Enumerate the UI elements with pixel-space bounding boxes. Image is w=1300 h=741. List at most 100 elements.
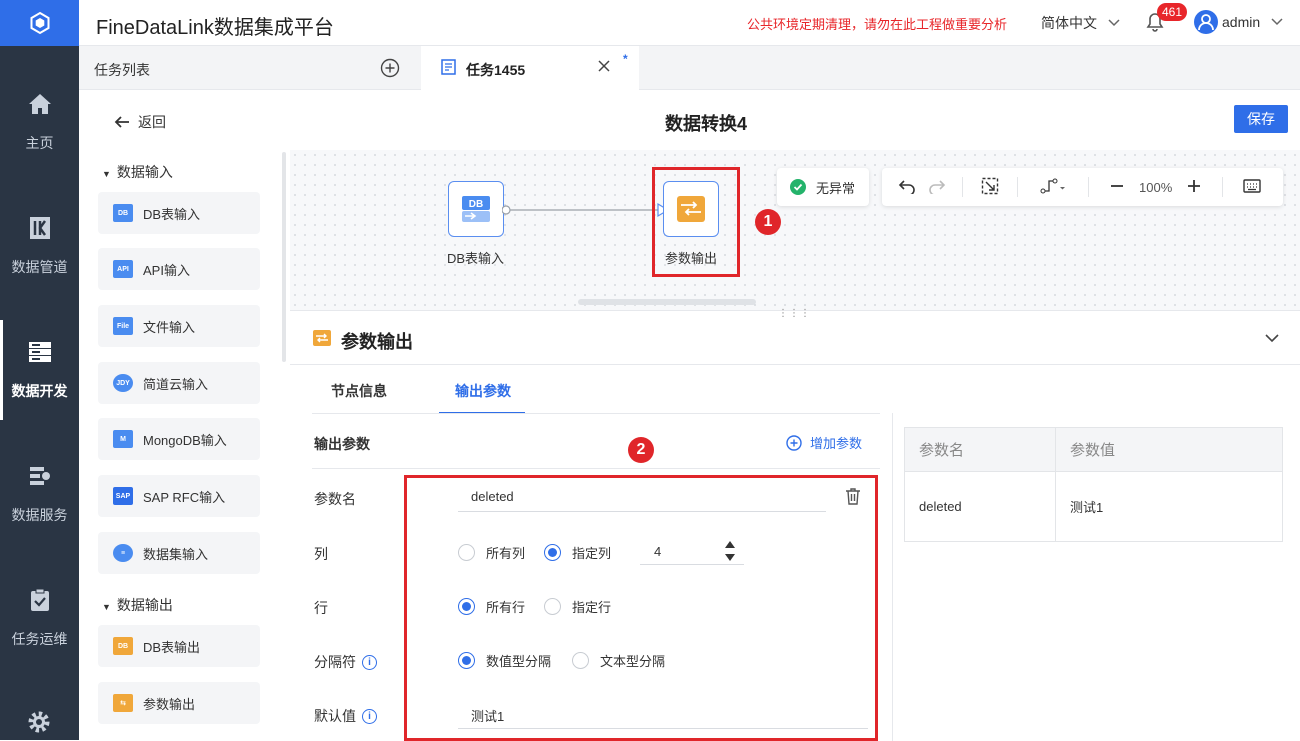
- radio-circle: [572, 652, 589, 669]
- component-label: 文件输入: [143, 319, 196, 335]
- category-label: 数据输入: [116, 164, 173, 180]
- radio-circle: [458, 598, 475, 615]
- stepper-value: 4: [654, 544, 662, 559]
- mongodb-icon: M: [113, 430, 133, 448]
- nav-label: 数据服务: [11, 507, 68, 523]
- radio-label: 指定列: [572, 546, 612, 561]
- component-label: 数据集输入: [143, 546, 209, 562]
- category-data-input[interactable]: ▼ 数据输入: [102, 162, 173, 182]
- radio-specified-columns[interactable]: 指定列: [544, 543, 611, 562]
- nav-label: 数据开发: [11, 383, 68, 399]
- field-label: 行: [314, 600, 328, 616]
- section-label: 输出参数: [314, 436, 370, 452]
- nav-item-dev[interactable]: 数据开发: [0, 320, 79, 420]
- category-label: 数据输出: [116, 597, 173, 613]
- component-label: 简道云输入: [143, 376, 209, 392]
- nav-item-service[interactable]: 数据服务: [0, 444, 79, 544]
- delete-trash-icon[interactable]: [844, 487, 862, 510]
- add-param-button[interactable]: 增加参数: [786, 433, 862, 452]
- check-circle-icon: [790, 179, 806, 195]
- arrow-left-icon: [114, 116, 129, 128]
- table-row: deleted 测试1: [904, 471, 1283, 542]
- component-db-output[interactable]: DB DB表输出: [98, 625, 260, 667]
- divider: [312, 468, 880, 469]
- task-tabs-bar: 任务列表 任务1455 *: [79, 46, 1300, 91]
- nav-item-pipeline[interactable]: 数据管道: [0, 196, 79, 296]
- field-label: 列: [314, 546, 328, 562]
- settings-gear-icon[interactable]: [27, 710, 51, 739]
- undo-icon[interactable]: [898, 178, 916, 197]
- tab-node-info[interactable]: 节点信息: [331, 381, 387, 401]
- radio-all-rows[interactable]: 所有行: [458, 597, 525, 616]
- component-dataset-input[interactable]: ≡ 数据集输入: [98, 532, 260, 574]
- info-icon[interactable]: i: [362, 654, 377, 670]
- redo-icon[interactable]: [928, 178, 946, 197]
- status-indicator: 无异常: [777, 168, 869, 206]
- dataset-icon: ≡: [113, 544, 133, 562]
- radio-numeric-separator[interactable]: 数值型分隔: [458, 651, 551, 670]
- field-label: 参数名: [314, 491, 356, 507]
- flow-canvas[interactable]: DB DB表输入 参数输出 1 无异常 100%: [290, 150, 1300, 310]
- component-file-input[interactable]: File 文件输入: [98, 305, 260, 347]
- step-marker-1: 1: [755, 209, 781, 235]
- service-icon: [27, 463, 53, 489]
- nav-item-ops[interactable]: 任务运维: [0, 568, 79, 668]
- component-api-input[interactable]: API API输入: [98, 248, 260, 290]
- info-icon[interactable]: i: [362, 708, 377, 724]
- radio-all-columns[interactable]: 所有列: [458, 543, 525, 562]
- default-value-input[interactable]: 测试1: [458, 704, 868, 729]
- connector-style-icon[interactable]: [1040, 178, 1066, 197]
- keyboard-icon[interactable]: [1243, 178, 1261, 196]
- username: admin: [1222, 14, 1261, 30]
- zoom-in-icon[interactable]: [1186, 178, 1202, 197]
- zoom-out-icon[interactable]: [1109, 178, 1125, 197]
- param-name-input[interactable]: deleted: [458, 487, 826, 512]
- component-mongodb-input[interactable]: M MongoDB输入: [98, 418, 260, 460]
- tab-task-list[interactable]: 任务列表: [79, 46, 420, 90]
- table-cell: 测试1: [1070, 500, 1104, 515]
- nav-label: 主页: [25, 135, 54, 151]
- component-label: DB表输出: [143, 639, 201, 655]
- db-output-icon: DB: [113, 637, 133, 655]
- param-output-icon: [312, 329, 332, 352]
- component-label: 参数输出: [143, 696, 196, 712]
- chevron-down-icon[interactable]: [1264, 331, 1280, 349]
- close-icon[interactable]: [596, 58, 612, 77]
- sap-icon: SAP: [113, 487, 133, 505]
- component-sap-rfc-input[interactable]: SAP SAP RFC输入: [98, 475, 260, 517]
- canvas-toolbar: 100%: [882, 168, 1283, 206]
- component-label: DB表输入: [143, 206, 201, 222]
- left-nav: 主页 数据管道 数据开发 数据服务 任务运维: [0, 0, 79, 740]
- category-data-output[interactable]: ▼ 数据输出: [102, 595, 173, 615]
- language-select[interactable]: 简体中文: [1041, 13, 1121, 33]
- stepper-arrows-icon[interactable]: [724, 539, 736, 568]
- radio-label: 指定行: [572, 600, 612, 615]
- radio-specified-rows[interactable]: 指定行: [544, 597, 611, 616]
- component-jiandaoyun-input[interactable]: JDY 简道云输入: [98, 362, 260, 404]
- tab-output-params[interactable]: 输出参数: [455, 381, 511, 401]
- nav-item-home[interactable]: 主页: [0, 72, 79, 172]
- tab-task[interactable]: 任务1455 *: [421, 46, 639, 91]
- app-logo-icon[interactable]: [0, 0, 79, 46]
- save-button[interactable]: 保存: [1234, 105, 1288, 133]
- component-panel: ▼ 数据输入 DB DB表输入 API API输入 File 文件输入 JDY 简道云输入…: [79, 150, 290, 740]
- add-tab-plus-icon[interactable]: [380, 58, 400, 83]
- status-label: 无异常: [816, 180, 856, 196]
- language-label: 简体中文: [1041, 15, 1097, 31]
- back-button[interactable]: 返回: [114, 112, 166, 132]
- chevron-down-icon: [1108, 19, 1120, 27]
- user-menu[interactable]: admin: [1222, 14, 1284, 30]
- nav-label: 任务运维: [11, 631, 68, 647]
- field-label: 默认值 i: [314, 706, 377, 726]
- radio-label: 文本型分隔: [600, 654, 666, 669]
- avatar[interactable]: [1194, 10, 1218, 34]
- fit-view-icon[interactable]: [981, 177, 999, 198]
- node-db-input[interactable]: DB: [448, 181, 504, 237]
- radio-text-separator[interactable]: 文本型分隔: [572, 651, 665, 670]
- canvas-scrollbar[interactable]: [578, 299, 756, 305]
- component-db-input[interactable]: DB DB表输入: [98, 192, 260, 234]
- node-label: DB表输入: [447, 251, 505, 266]
- panel-scrollbar[interactable]: [282, 152, 286, 362]
- chevron-down-icon: [1271, 18, 1283, 26]
- component-param-output[interactable]: ⇆ 参数输出: [98, 682, 260, 724]
